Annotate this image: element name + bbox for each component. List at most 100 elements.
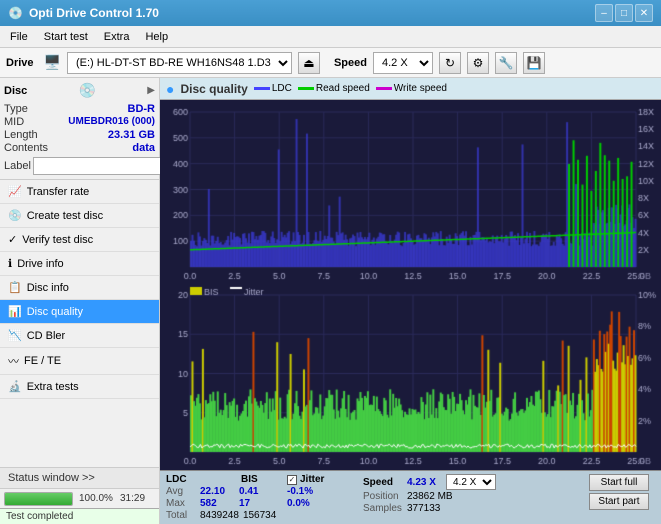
upper-chart — [160, 100, 661, 285]
refresh-button[interactable]: ↻ — [439, 52, 461, 74]
chart-header: ● Disc quality LDC Read speed Write spee… — [160, 78, 661, 100]
chart-title-icon: ● — [166, 81, 174, 97]
lower-chart — [160, 285, 661, 470]
settings-button1[interactable]: ⚙ — [467, 52, 489, 74]
ldc-col-header: LDC — [166, 474, 221, 485]
write-speed-legend-dot — [376, 87, 392, 90]
start-part-button[interactable]: Start part — [589, 493, 649, 510]
speed-dropdown[interactable]: 4.2 X — [446, 474, 496, 490]
menu-help[interactable]: Help — [139, 29, 174, 45]
extra-tests-icon: 🔬 — [8, 380, 22, 393]
read-speed-legend-label: Read speed — [316, 83, 370, 94]
samples-label: Samples — [363, 503, 403, 514]
ldc-avg-value: 22.10 — [200, 486, 235, 497]
progress-time: 31:29 — [120, 493, 155, 504]
disc-label-label: Label — [4, 160, 31, 172]
nav-fe-te[interactable]: 〰 FE / TE — [0, 348, 159, 375]
disc-info-panel: Disc 💿 ▶ Type BD-R MID UMEBDR016 (000) L… — [0, 78, 159, 180]
nav-cd-bler[interactable]: 📉 CD Bler — [0, 324, 159, 348]
minimize-button[interactable]: – — [595, 4, 613, 22]
max-row-label: Max — [166, 498, 196, 509]
jitter-col-header: Jitter — [300, 474, 324, 485]
nav-drive-info[interactable]: ℹ Drive info — [0, 252, 159, 276]
speed-select[interactable]: 4.2 X — [373, 52, 433, 74]
nav-disc-quality[interactable]: 📊 Disc quality — [0, 300, 159, 324]
menu-file[interactable]: File — [4, 29, 34, 45]
content-area: ● Disc quality LDC Read speed Write spee… — [160, 78, 661, 524]
drive-bar: Drive 🖥️ (E:) HL-DT-ST BD-RE WH16NS48 1.… — [0, 48, 661, 78]
nav-disc-info[interactable]: 📋 Disc info — [0, 276, 159, 300]
drive-select[interactable]: (E:) HL-DT-ST BD-RE WH16NS48 1.D3 — [67, 52, 292, 74]
ldc-max-value: 582 — [200, 498, 235, 509]
samples-value: 377133 — [407, 503, 440, 514]
maximize-button[interactable]: □ — [615, 4, 633, 22]
status-window-label: Status window >> — [8, 472, 95, 484]
avg-row-label: Avg — [166, 486, 196, 497]
drive-icon: 🖥️ — [44, 54, 61, 71]
close-button[interactable]: ✕ — [635, 4, 653, 22]
jitter-max-value: 0.0% — [287, 498, 310, 509]
disc-info-icon: 📋 — [8, 281, 22, 294]
progress-percent: 100.0% — [79, 493, 114, 504]
stats-jitter: ✓ Jitter -0.1% 0.0% — [287, 474, 357, 509]
speed-col-value: 4.23 X — [407, 477, 442, 488]
position-label: Position — [363, 491, 403, 502]
disc-contents-value: data — [132, 142, 155, 154]
nav-transfer-rate[interactable]: 📈 Transfer rate — [0, 180, 159, 204]
verify-test-disc-label: Verify test disc — [22, 234, 93, 246]
disc-quality-icon: 📊 — [8, 305, 22, 318]
nav-create-test-disc[interactable]: 💿 Create test disc — [0, 204, 159, 228]
write-speed-legend-label: Write speed — [394, 83, 447, 94]
status-window-button[interactable]: Status window >> — [0, 467, 159, 488]
disc-quality-label: Disc quality — [27, 306, 83, 318]
start-full-button[interactable]: Start full — [589, 474, 649, 491]
total-row-label: Total — [166, 510, 196, 521]
drive-info-icon: ℹ — [8, 257, 12, 270]
jitter-checkbox[interactable]: ✓ — [287, 475, 297, 485]
status-text: Test completed — [6, 511, 73, 522]
disc-panel-title: Disc — [4, 85, 27, 97]
disc-mid-label: MID — [4, 116, 24, 128]
ldc-legend-dot — [254, 87, 270, 90]
save-button[interactable]: 💾 — [523, 52, 545, 74]
disc-length-value: 23.31 GB — [108, 129, 155, 141]
transfer-rate-label: Transfer rate — [27, 186, 90, 198]
eject-button[interactable]: ⏏ — [298, 52, 320, 74]
chart-title: Disc quality — [180, 82, 247, 96]
start-buttons: Start full Start part — [589, 474, 649, 510]
cd-bler-icon: 📉 — [8, 329, 22, 342]
nav-items: 📈 Transfer rate 💿 Create test disc ✓ Ver… — [0, 180, 159, 467]
menu-extra[interactable]: Extra — [98, 29, 136, 45]
disc-extra-icon: ▶ — [147, 85, 155, 96]
menu-bar: File Start test Extra Help — [0, 26, 661, 48]
create-test-disc-icon: 💿 — [8, 209, 22, 222]
disc-length-label: Length — [4, 129, 38, 141]
disc-mid-value: UMEBDR016 (000) — [68, 116, 155, 128]
speed-label: Speed — [334, 57, 367, 69]
cd-bler-label: CD Bler — [27, 330, 66, 342]
bis-max-value: 17 — [239, 498, 269, 509]
verify-test-disc-icon: ✓ — [8, 233, 17, 246]
title-bar: 💿 Opti Drive Control 1.70 – □ ✕ — [0, 0, 661, 26]
ldc-total-value: 8439248 — [200, 510, 239, 521]
transfer-rate-icon: 📈 — [8, 185, 22, 198]
settings-button2[interactable]: 🔧 — [495, 52, 517, 74]
progress-area: 100.0% 31:29 — [0, 488, 159, 508]
fe-te-label: FE / TE — [24, 355, 61, 367]
position-value: 23862 MB — [407, 491, 453, 502]
sidebar: Disc 💿 ▶ Type BD-R MID UMEBDR016 (000) L… — [0, 78, 160, 524]
stats-speed-pos: Speed 4.23 X 4.2 X Position 23862 MB Sam… — [363, 474, 496, 514]
menu-start-test[interactable]: Start test — [38, 29, 94, 45]
disc-label-input[interactable] — [33, 157, 173, 175]
bis-col-header: BIS — [241, 474, 281, 485]
bis-avg-value: 0.41 — [239, 486, 269, 497]
extra-tests-label: Extra tests — [27, 381, 79, 393]
nav-verify-test-disc[interactable]: ✓ Verify test disc — [0, 228, 159, 252]
read-speed-legend-dot — [298, 87, 314, 90]
drive-label: Drive — [6, 57, 34, 69]
ldc-legend-label: LDC — [272, 83, 292, 94]
nav-extra-tests[interactable]: 🔬 Extra tests — [0, 375, 159, 399]
bis-total-value: 156734 — [243, 510, 276, 521]
progress-bar-container — [4, 492, 73, 506]
jitter-avg-value: -0.1% — [287, 486, 313, 497]
